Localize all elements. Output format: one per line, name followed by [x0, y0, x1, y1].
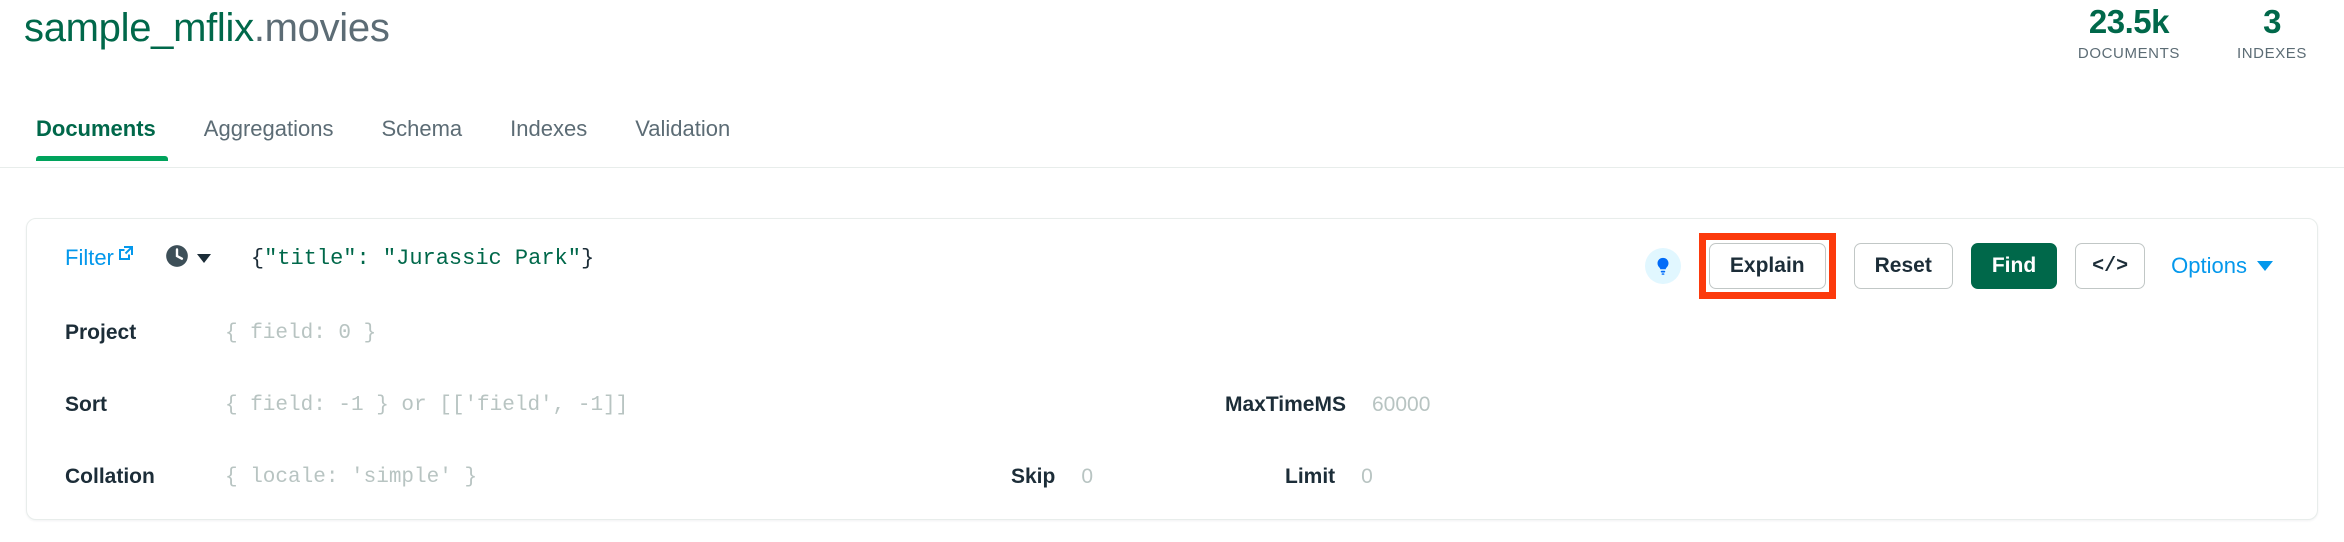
maxtimems-label: MaxTimeMS: [1225, 393, 1346, 416]
clock-icon: [164, 243, 190, 274]
project-row: Project { field: 0 }: [51, 297, 2293, 369]
export-to-language-button[interactable]: </>: [2075, 243, 2146, 289]
database-name: sample_mflix: [24, 6, 254, 50]
chevron-down-icon: [196, 253, 211, 263]
tab-schema-label: Schema: [381, 116, 463, 141]
page-title: sample_mflix.movies: [24, 6, 390, 51]
explain-highlight-box: Explain: [1698, 233, 1836, 299]
sort-row: Sort { field: -1 } or [['field', -1]] Ma…: [51, 369, 2293, 441]
chevron-down-icon: [2257, 261, 2273, 271]
indexes-label: INDEXES: [2236, 45, 2308, 62]
query-bar-card: Filter {"title": "Jurassic Park"} Explai…: [26, 218, 2318, 520]
find-button[interactable]: Find: [1970, 243, 2058, 289]
tab-validation[interactable]: Validation: [611, 112, 754, 160]
limit-label: Limit: [1285, 465, 1336, 488]
tab-indexes[interactable]: Indexes: [486, 112, 611, 160]
query-history-button[interactable]: [164, 243, 211, 274]
tab-indexes-label: Indexes: [510, 116, 588, 141]
indexes-count: 3: [2263, 3, 2281, 40]
maxtimems-input[interactable]: 60000: [1372, 393, 1430, 417]
limit-input[interactable]: 0: [1361, 465, 1373, 489]
sort-input[interactable]: { field: -1 } or [['field', -1]]: [225, 394, 628, 417]
tab-validation-label: Validation: [635, 116, 731, 141]
reset-button[interactable]: Reset: [1853, 243, 1953, 289]
documents-label: DOCUMENTS: [2077, 45, 2180, 62]
query-actions: Explain Reset Find </> Options: [1644, 233, 2283, 299]
namespace-separator: .: [253, 6, 265, 50]
lightbulb-icon[interactable]: [1644, 248, 1681, 284]
documents-count: 23.5k: [2088, 3, 2170, 40]
tab-aggregations[interactable]: Aggregations: [180, 112, 358, 160]
sort-label: Sort: [65, 393, 107, 416]
stat-documents: 23.5k DOCUMENTS: [2078, 2, 2180, 64]
collection-tabs: Documents Aggregations Schema Indexes Va…: [0, 112, 2344, 168]
compass-collection-screen: sample_mflix.movies 23.5k DOCUMENTS 3 IN…: [0, 0, 2344, 542]
project-label: Project: [65, 321, 137, 344]
external-link-icon: [118, 245, 134, 261]
tab-aggregations-label: Aggregations: [203, 116, 334, 141]
explain-button[interactable]: Explain: [1708, 243, 1826, 289]
options-label: Options: [2171, 253, 2247, 278]
collation-label: Collation: [65, 465, 155, 488]
options-toggle[interactable]: Options: [2171, 253, 2273, 279]
collation-input[interactable]: { locale: 'simple' }: [225, 466, 477, 489]
collation-row: Collation { locale: 'simple' } Skip 0 Li…: [51, 441, 2293, 513]
collection-header: sample_mflix.movies 23.5k DOCUMENTS 3 IN…: [0, 0, 2344, 112]
filter-label-link[interactable]: Filter: [65, 245, 134, 271]
collection-stats: 23.5k DOCUMENTS 3 INDEXES: [2078, 2, 2322, 64]
tab-schema[interactable]: Schema: [357, 112, 486, 160]
skip-label: Skip: [1011, 465, 1056, 488]
tab-documents-label: Documents: [36, 116, 156, 141]
skip-input[interactable]: 0: [1081, 465, 1093, 489]
collection-name: movies: [264, 6, 390, 50]
filter-label-text: Filter: [65, 245, 114, 270]
project-input[interactable]: { field: 0 }: [225, 322, 376, 345]
filter-row: Filter {"title": "Jurassic Park"} Explai…: [51, 219, 2293, 299]
stat-indexes: 3 INDEXES: [2222, 2, 2322, 64]
tab-documents[interactable]: Documents: [24, 112, 180, 161]
